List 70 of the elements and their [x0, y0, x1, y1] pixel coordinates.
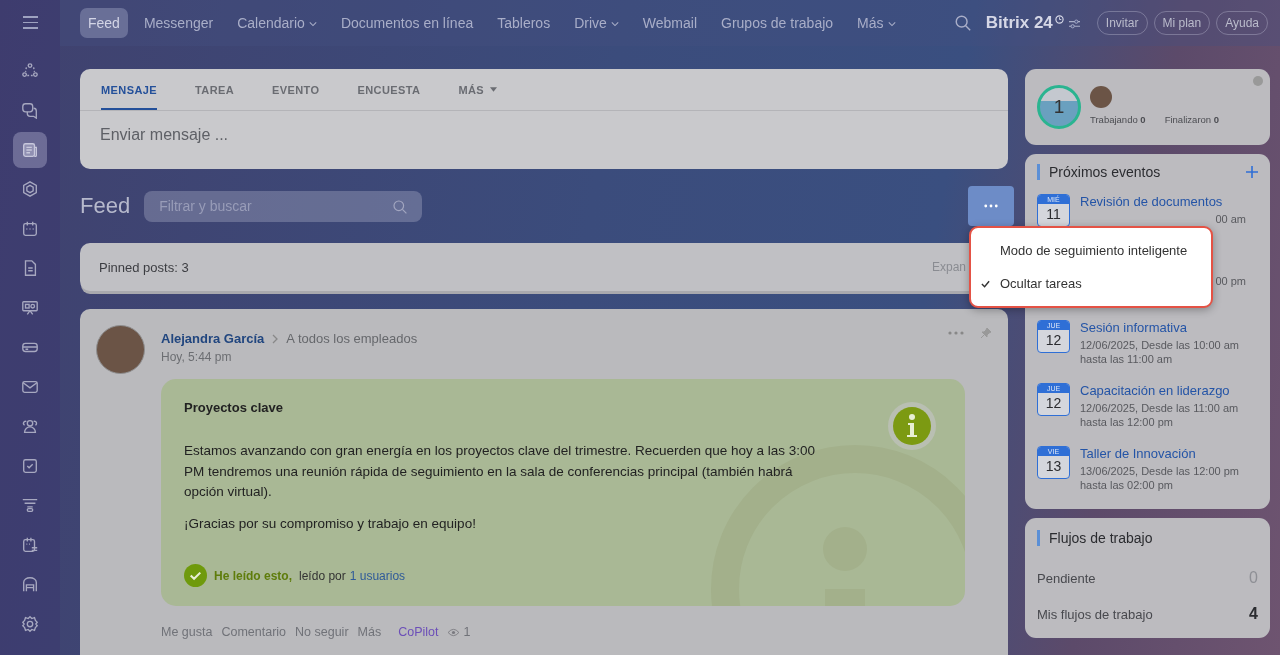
event-link[interactable]: Revisión de documentos: [1080, 194, 1258, 209]
read-by-label: leído por: [299, 568, 346, 583]
menu-icon[interactable]: [22, 16, 38, 29]
composer-tab[interactable]: ENCUESTA: [357, 69, 421, 110]
event-time: 12/06/2025, Desde las 10:00 am: [1080, 338, 1240, 352]
event-link[interactable]: Capacitación en liderazgo: [1080, 383, 1258, 398]
view-count: 1: [463, 625, 471, 639]
nav-tab[interactable]: Messenger: [135, 8, 222, 38]
message-composer[interactable]: MENSAJE TAREA EVENTO ENCUESTA MÁS Enviar mensaje ...: [80, 69, 1008, 169]
pinned-label: Pinned posts: 3: [99, 259, 189, 275]
finished-count: Finalizaron 0: [1164, 113, 1220, 125]
card-title: Flujos de trabajo: [1049, 530, 1153, 546]
avatar: [96, 325, 145, 374]
nav-tab[interactable]: Feed: [80, 8, 128, 38]
author-link[interactable]: Alejandra García: [161, 331, 265, 346]
post-time: Hoy, 5:44 pm: [161, 350, 233, 364]
feed-title: Feed: [80, 193, 131, 219]
chevron-icon: [272, 333, 279, 344]
event-time: 00 am: [1215, 212, 1246, 226]
workflow-count: 4: [1249, 605, 1258, 623]
message-input[interactable]: Enviar mensaje ...: [80, 111, 677, 159]
news-icon[interactable]: [13, 131, 47, 168]
nav-tab[interactable]: Calendario: [229, 8, 325, 38]
event-time: 13/06/2025, Desde las 12:00 pm: [1080, 464, 1240, 478]
nav-tab[interactable]: Documentos en línea: [332, 8, 482, 38]
composer-tab[interactable]: MENSAJE: [101, 69, 157, 110]
plus-icon[interactable]: [1246, 166, 1258, 178]
eye-icon: [447, 627, 461, 637]
logo[interactable]: Bitrix 24: [985, 13, 1053, 33]
copilot-link[interactable]: CoPilot: [398, 625, 439, 639]
check-circle-icon[interactable]: [184, 564, 207, 587]
nav-tab[interactable]: Webmail: [634, 8, 705, 38]
event-link[interactable]: Sesión informativa: [1080, 320, 1258, 335]
audience: A todos los empleados: [286, 331, 418, 346]
readers-link[interactable]: 1 usuarios: [349, 568, 406, 583]
workflow-label[interactable]: Mis flujos de trabajo: [1037, 606, 1153, 622]
info-icon: [887, 401, 937, 451]
event-link[interactable]: Taller de Innovación: [1080, 446, 1258, 461]
menu-item[interactable]: Modo de seguimiento inteligente: [971, 234, 1211, 267]
card-title: Próximos eventos: [1049, 164, 1161, 180]
post-action[interactable]: Comentario: [221, 625, 287, 639]
nav-tab[interactable]: Grupos de trabajo: [713, 8, 842, 38]
avatar: [1090, 85, 1112, 108]
message-text: Estamos avanzando con gran energía en los proyectos clave del trimestre. Recuerden que hoy a las 3:00 PM tendremos una reunión rápida de seguimiento en la sala de conferencias principal (también habrá opción virtual).: [184, 442, 817, 501]
event-time: hasta las 02:00 pm: [1080, 478, 1174, 492]
checkmark-icon: [981, 279, 990, 288]
event-time: 12/06/2025, Desde las 11:00 am: [1080, 401, 1240, 415]
work-count: 1: [1037, 85, 1081, 129]
workflow-label[interactable]: Pendiente: [1037, 570, 1096, 586]
composer-tab[interactable]: MÁS: [458, 69, 498, 110]
search-icon[interactable]: [953, 14, 972, 32]
sliders-icon[interactable]: [1067, 17, 1081, 29]
post-action[interactable]: No seguir: [295, 625, 349, 639]
working-count: Trabajando 0: [1090, 113, 1146, 125]
nav-tab[interactable]: Tableros: [489, 8, 559, 38]
message-text: ¡Gracias por su compromiso y trabajo en equipo!: [184, 514, 477, 533]
event-time: hasta las 11:00 am: [1080, 352, 1174, 366]
more-icon: [984, 204, 998, 208]
menu-item[interactable]: Ocultar tareas: [971, 267, 1211, 300]
nav-tab[interactable]: Drive: [566, 8, 627, 38]
clock-icon: [1054, 14, 1064, 24]
event-time: 00 pm: [1215, 274, 1246, 288]
post-action[interactable]: Me gusta: [161, 625, 213, 639]
post-action[interactable]: Más: [357, 625, 382, 639]
nav-tab[interactable]: Más: [849, 8, 904, 38]
composer-tab[interactable]: TAREA: [195, 69, 235, 110]
event-time: hasta las 12:00 pm: [1080, 415, 1174, 429]
message-title: Proyectos clave: [184, 400, 284, 415]
composer-tab[interactable]: EVENTO: [272, 69, 320, 110]
read-confirmation[interactable]: He leído esto,: [214, 568, 293, 583]
